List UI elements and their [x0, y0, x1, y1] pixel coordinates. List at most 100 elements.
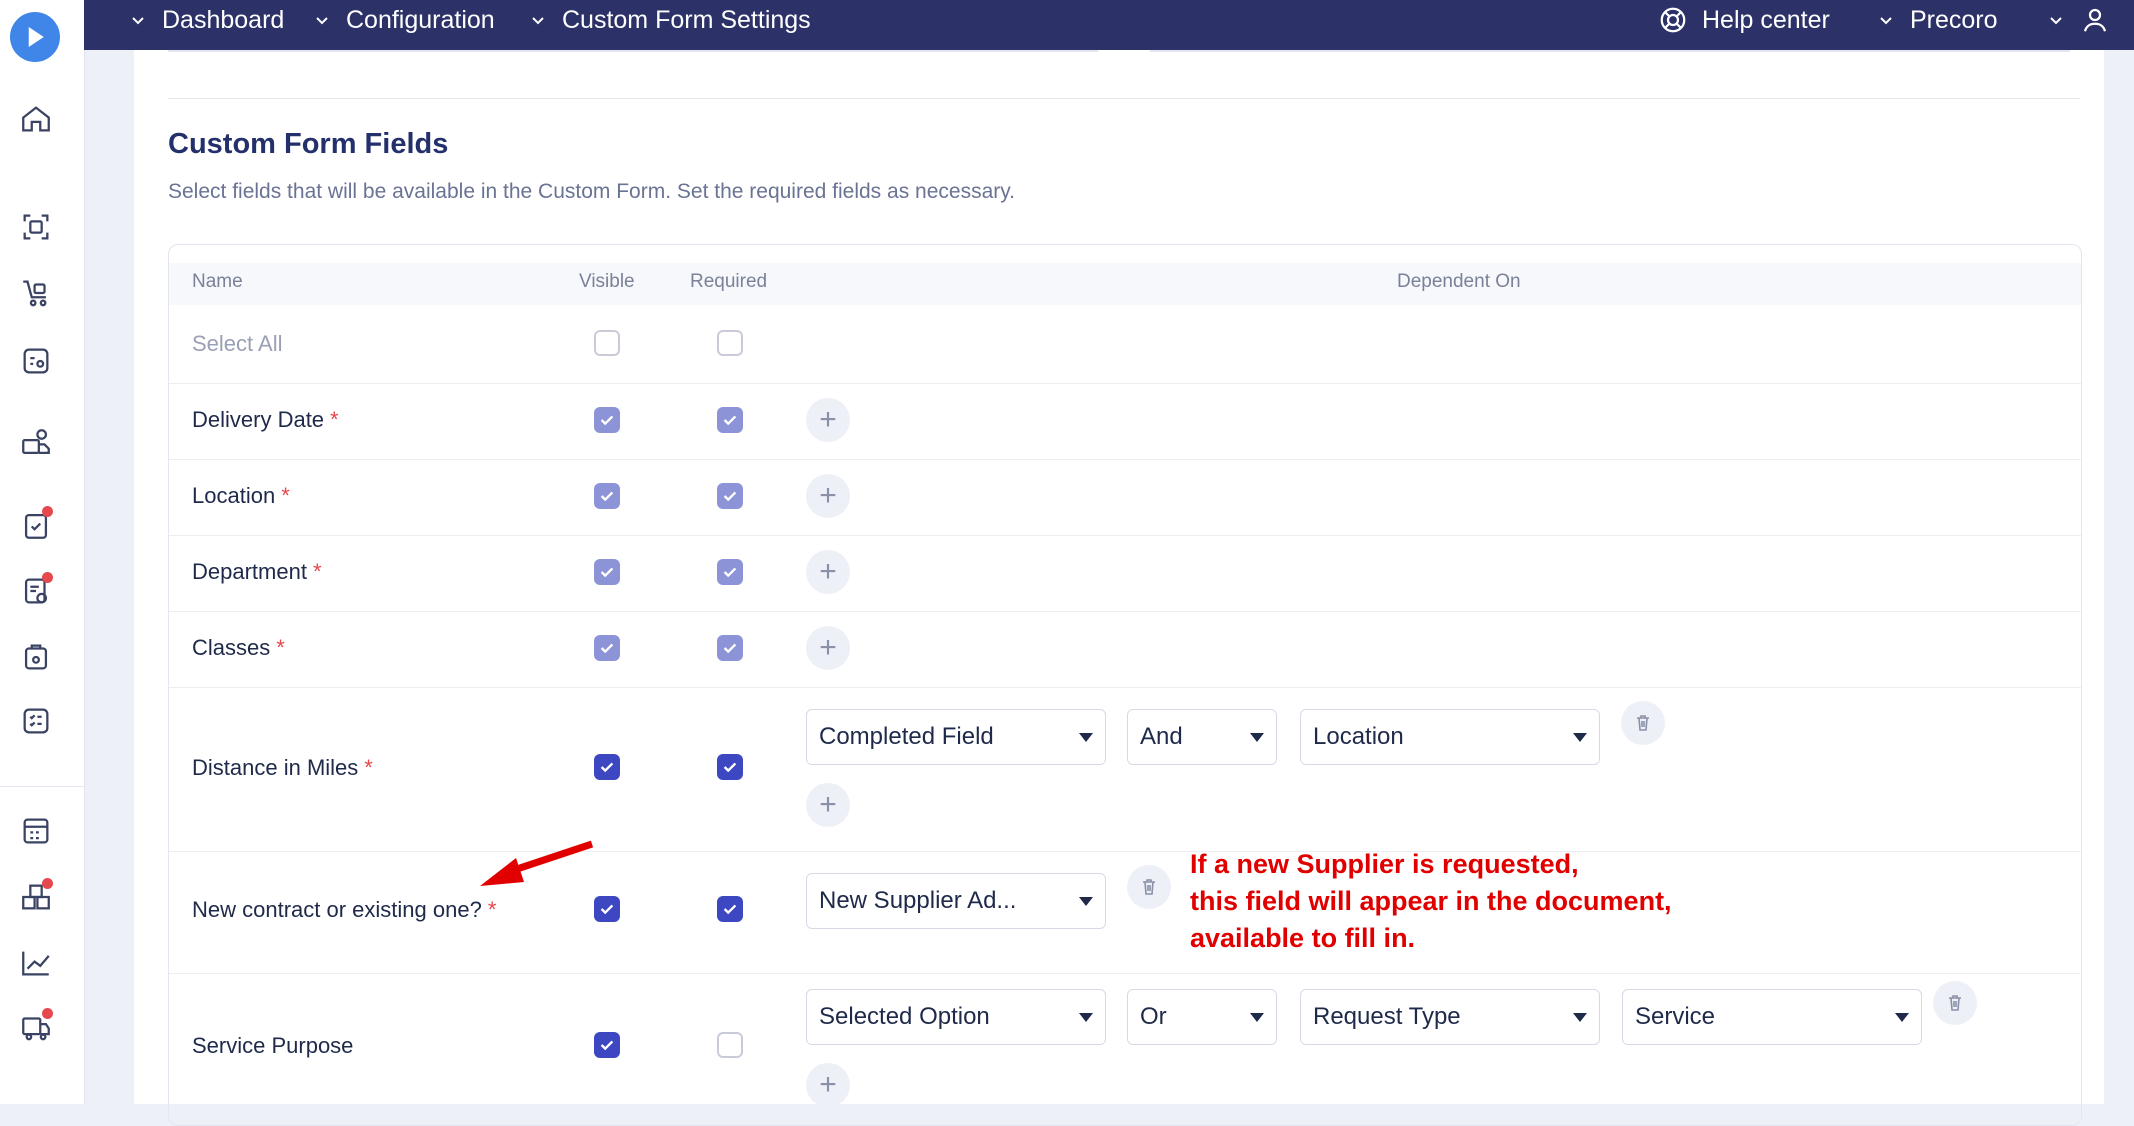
value-select[interactable]: Service [1622, 989, 1922, 1045]
add-dependency-button[interactable]: + [806, 550, 850, 594]
delete-dependency-button[interactable] [1933, 981, 1977, 1025]
breadcrumb-dashboard[interactable]: Dashboard [128, 0, 284, 40]
check-icon [723, 762, 737, 773]
field-name: Service Purpose [192, 1033, 354, 1058]
logo-icon[interactable] [10, 12, 60, 62]
visible-checkbox[interactable] [594, 896, 620, 922]
chevron-down-icon [2050, 17, 2062, 25]
field-select[interactable]: Location [1300, 709, 1600, 765]
help-center-link[interactable]: Help center [1658, 0, 1830, 40]
check-icon [723, 491, 737, 502]
analytics-icon[interactable] [17, 944, 55, 982]
operator-select[interactable]: Or [1127, 989, 1277, 1045]
chevron-down-icon [532, 17, 544, 25]
home-icon[interactable] [17, 100, 55, 138]
field-name: Department [192, 559, 307, 584]
field-value: Request Type [1313, 1003, 1461, 1030]
select-all-label: Select All [192, 331, 283, 356]
required-star: * [281, 483, 290, 508]
check-icon [600, 904, 614, 915]
add-dependency-button[interactable]: + [806, 474, 850, 518]
table-row-select-all: Select All [169, 305, 2081, 384]
select-all-visible-checkbox[interactable] [594, 330, 620, 356]
required-checkbox[interactable] [717, 754, 743, 780]
breadcrumb-custom-form-settings[interactable]: Custom Form Settings [528, 0, 811, 40]
select-all-required-checkbox[interactable] [717, 330, 743, 356]
company-switcher[interactable]: Precoro [1876, 0, 1998, 40]
required-star: * [312, 559, 322, 584]
required-checkbox [717, 407, 743, 433]
required-checkbox[interactable] [717, 896, 743, 922]
user-icon [2083, 8, 2107, 32]
required-checkbox[interactable] [717, 1032, 743, 1058]
visible-checkbox[interactable] [594, 1032, 620, 1058]
help-center-label: Help center [1702, 5, 1830, 34]
delete-dependency-button[interactable] [1621, 701, 1665, 745]
scan-icon[interactable] [17, 208, 55, 246]
table-row: Classes * + [169, 611, 2081, 688]
approval-icon[interactable] [17, 342, 55, 380]
inventory-icon[interactable] [17, 638, 55, 676]
field-name: Classes [192, 635, 271, 660]
add-dependency-button[interactable]: + [806, 398, 850, 442]
add-dependency-button[interactable]: + [806, 1063, 850, 1107]
input-field-edge [1150, 50, 2070, 52]
breadcrumb-configuration[interactable]: Configuration [312, 0, 495, 40]
documents-icon[interactable] [17, 572, 55, 610]
check-icon [723, 567, 737, 578]
budget-icon[interactable] [17, 812, 55, 850]
visible-checkbox [594, 407, 620, 433]
operator-select[interactable]: And [1127, 709, 1277, 765]
add-dependency-button[interactable]: + [806, 626, 850, 670]
visible-checkbox[interactable] [594, 754, 620, 780]
condition-value: Completed Field [819, 723, 994, 750]
required-star: * [487, 897, 497, 922]
breadcrumb-label: Configuration [346, 5, 495, 34]
operator-value: Or [1140, 1003, 1167, 1030]
condition-select[interactable]: Selected Option [806, 989, 1106, 1045]
table-row: Department * + [169, 535, 2081, 612]
field-select[interactable]: Request Type [1300, 989, 1600, 1045]
section-subtitle: Select fields that will be available in … [168, 180, 1016, 203]
section-title: Custom Form Fields [168, 128, 449, 160]
reports-list-icon[interactable] [17, 702, 55, 740]
user-menu[interactable] [2046, 0, 2110, 40]
table-header: Name Visible Required Dependent On [169, 263, 2081, 305]
field-name: New contract or existing one? [192, 897, 482, 922]
required-star: * [364, 755, 373, 780]
add-dependency-button[interactable]: + [806, 783, 850, 827]
caret-down-icon [1250, 732, 1264, 742]
table-row: Service Purpose Selected Option Or Reque… [169, 973, 2081, 1125]
top-bar: Dashboard Configuration Custom Form Sett… [84, 0, 2134, 50]
required-checkbox [717, 635, 743, 661]
delete-dependency-button[interactable] [1127, 865, 1171, 909]
supplier-icon[interactable] [17, 424, 55, 462]
table-row: Distance in Miles * Completed Field And L… [169, 687, 2081, 852]
visible-checkbox [594, 635, 620, 661]
warehouse-icon[interactable] [17, 878, 55, 916]
required-star: * [276, 635, 285, 660]
breadcrumb-label: Custom Form Settings [562, 5, 811, 34]
cart-icon[interactable] [17, 274, 55, 312]
caret-down-icon [1573, 732, 1587, 742]
table-row: Delivery Date * + [169, 383, 2081, 460]
check-icon [723, 643, 737, 654]
check-icon [600, 567, 614, 578]
condition-select[interactable]: Completed Field [806, 709, 1106, 765]
divider [168, 98, 2080, 99]
delivery-icon[interactable] [17, 1008, 55, 1046]
caret-down-icon [1079, 1012, 1093, 1022]
trash-icon [1143, 879, 1155, 895]
field-name: Delivery Date [192, 407, 325, 432]
tasks-icon[interactable] [17, 506, 55, 544]
condition-select[interactable]: New Supplier Ad... [806, 873, 1106, 929]
sidebar [0, 0, 85, 1104]
required-checkbox [717, 483, 743, 509]
check-icon [723, 415, 737, 426]
check-icon [600, 1040, 614, 1051]
input-field-edge [168, 50, 1098, 52]
trash-icon [1949, 995, 1961, 1011]
caret-down-icon [1895, 1012, 1909, 1022]
condition-value: Selected Option [819, 1003, 990, 1030]
check-icon [600, 415, 614, 426]
